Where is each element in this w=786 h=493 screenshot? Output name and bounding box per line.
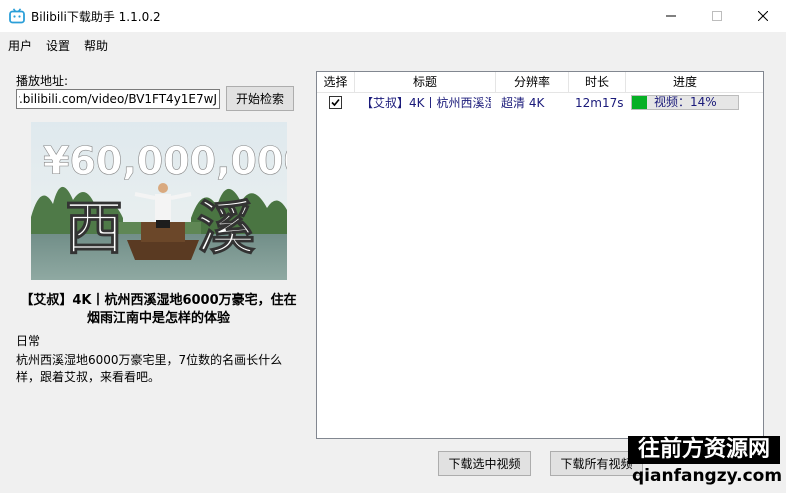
- video-title: 【艾叔】4K丨杭州西溪湿地6000万豪宅，住在烟雨江南中是怎样的体验: [20, 293, 297, 326]
- window-title: Bilibili下载助手 1.1.0.2: [31, 10, 161, 24]
- minimize-icon: [666, 15, 676, 17]
- column-progress[interactable]: 进度: [626, 72, 744, 92]
- close-button[interactable]: [740, 0, 786, 32]
- row-resolution: 超清 4K: [501, 96, 545, 110]
- column-resolution[interactable]: 分辨率: [496, 72, 569, 92]
- row-progress-bar: 视频：14%: [631, 95, 739, 110]
- download-list[interactable]: 选择 标题 分辨率 时长 进度 【艾叔】4K丨杭州西溪湿地6000万豪宅 超清 …: [316, 71, 764, 439]
- table-row[interactable]: 【艾叔】4K丨杭州西溪湿地6000万豪宅 超清 4K 12m17s 视频：14%: [317, 93, 763, 113]
- download-selected-button[interactable]: 下载选中视频: [438, 451, 531, 476]
- list-header: 选择 标题 分辨率 时长 进度: [317, 72, 763, 93]
- watermark-url: qianfangzy.com: [632, 466, 783, 486]
- bilibili-tv-icon: [9, 8, 25, 24]
- maximize-button[interactable]: [694, 0, 740, 32]
- video-thumbnail: ¥60,000,000 西 溪: [31, 122, 287, 280]
- row-title: 【艾叔】4K丨杭州西溪湿地6000万豪宅: [361, 96, 491, 110]
- address-label: 播放地址:: [16, 74, 69, 88]
- maximize-icon: [712, 11, 722, 21]
- watermark-name: 往前方资源网: [628, 436, 780, 464]
- column-select[interactable]: 选择: [317, 72, 355, 92]
- video-description: 杭州西溪湿地6000万豪宅里，7位数的名画长什么样，跟着艾叔，来看看吧。: [16, 353, 283, 384]
- progress-fill: [632, 96, 647, 109]
- row-duration: 12m17s: [575, 96, 624, 110]
- column-title[interactable]: 标题: [355, 72, 496, 92]
- check-icon: [331, 98, 340, 107]
- progress-text: 视频：14%: [654, 95, 717, 109]
- minimize-button[interactable]: [648, 0, 694, 32]
- menu-bar: 用户 设置 帮助: [0, 32, 786, 56]
- title-bar: Bilibili下载助手 1.1.0.2: [0, 0, 786, 32]
- thumbnail-big-text-1: 西: [65, 194, 123, 262]
- column-duration[interactable]: 时长: [569, 72, 626, 92]
- thumbnail-image: ¥60,000,000 西 溪: [31, 122, 287, 280]
- search-button[interactable]: 开始检索: [226, 86, 294, 111]
- close-icon: [758, 11, 768, 21]
- menu-help[interactable]: 帮助: [84, 37, 108, 54]
- menu-settings[interactable]: 设置: [46, 37, 70, 54]
- main-panel: 播放地址: 开始检索: [0, 56, 786, 493]
- menu-user[interactable]: 用户: [8, 37, 32, 54]
- video-category: 日常: [16, 334, 41, 348]
- row-checkbox[interactable]: [329, 96, 342, 109]
- thumbnail-big-text-2: 溪: [197, 194, 255, 262]
- thumbnail-amount-text: ¥60,000,000: [43, 139, 287, 183]
- address-input[interactable]: [16, 89, 220, 109]
